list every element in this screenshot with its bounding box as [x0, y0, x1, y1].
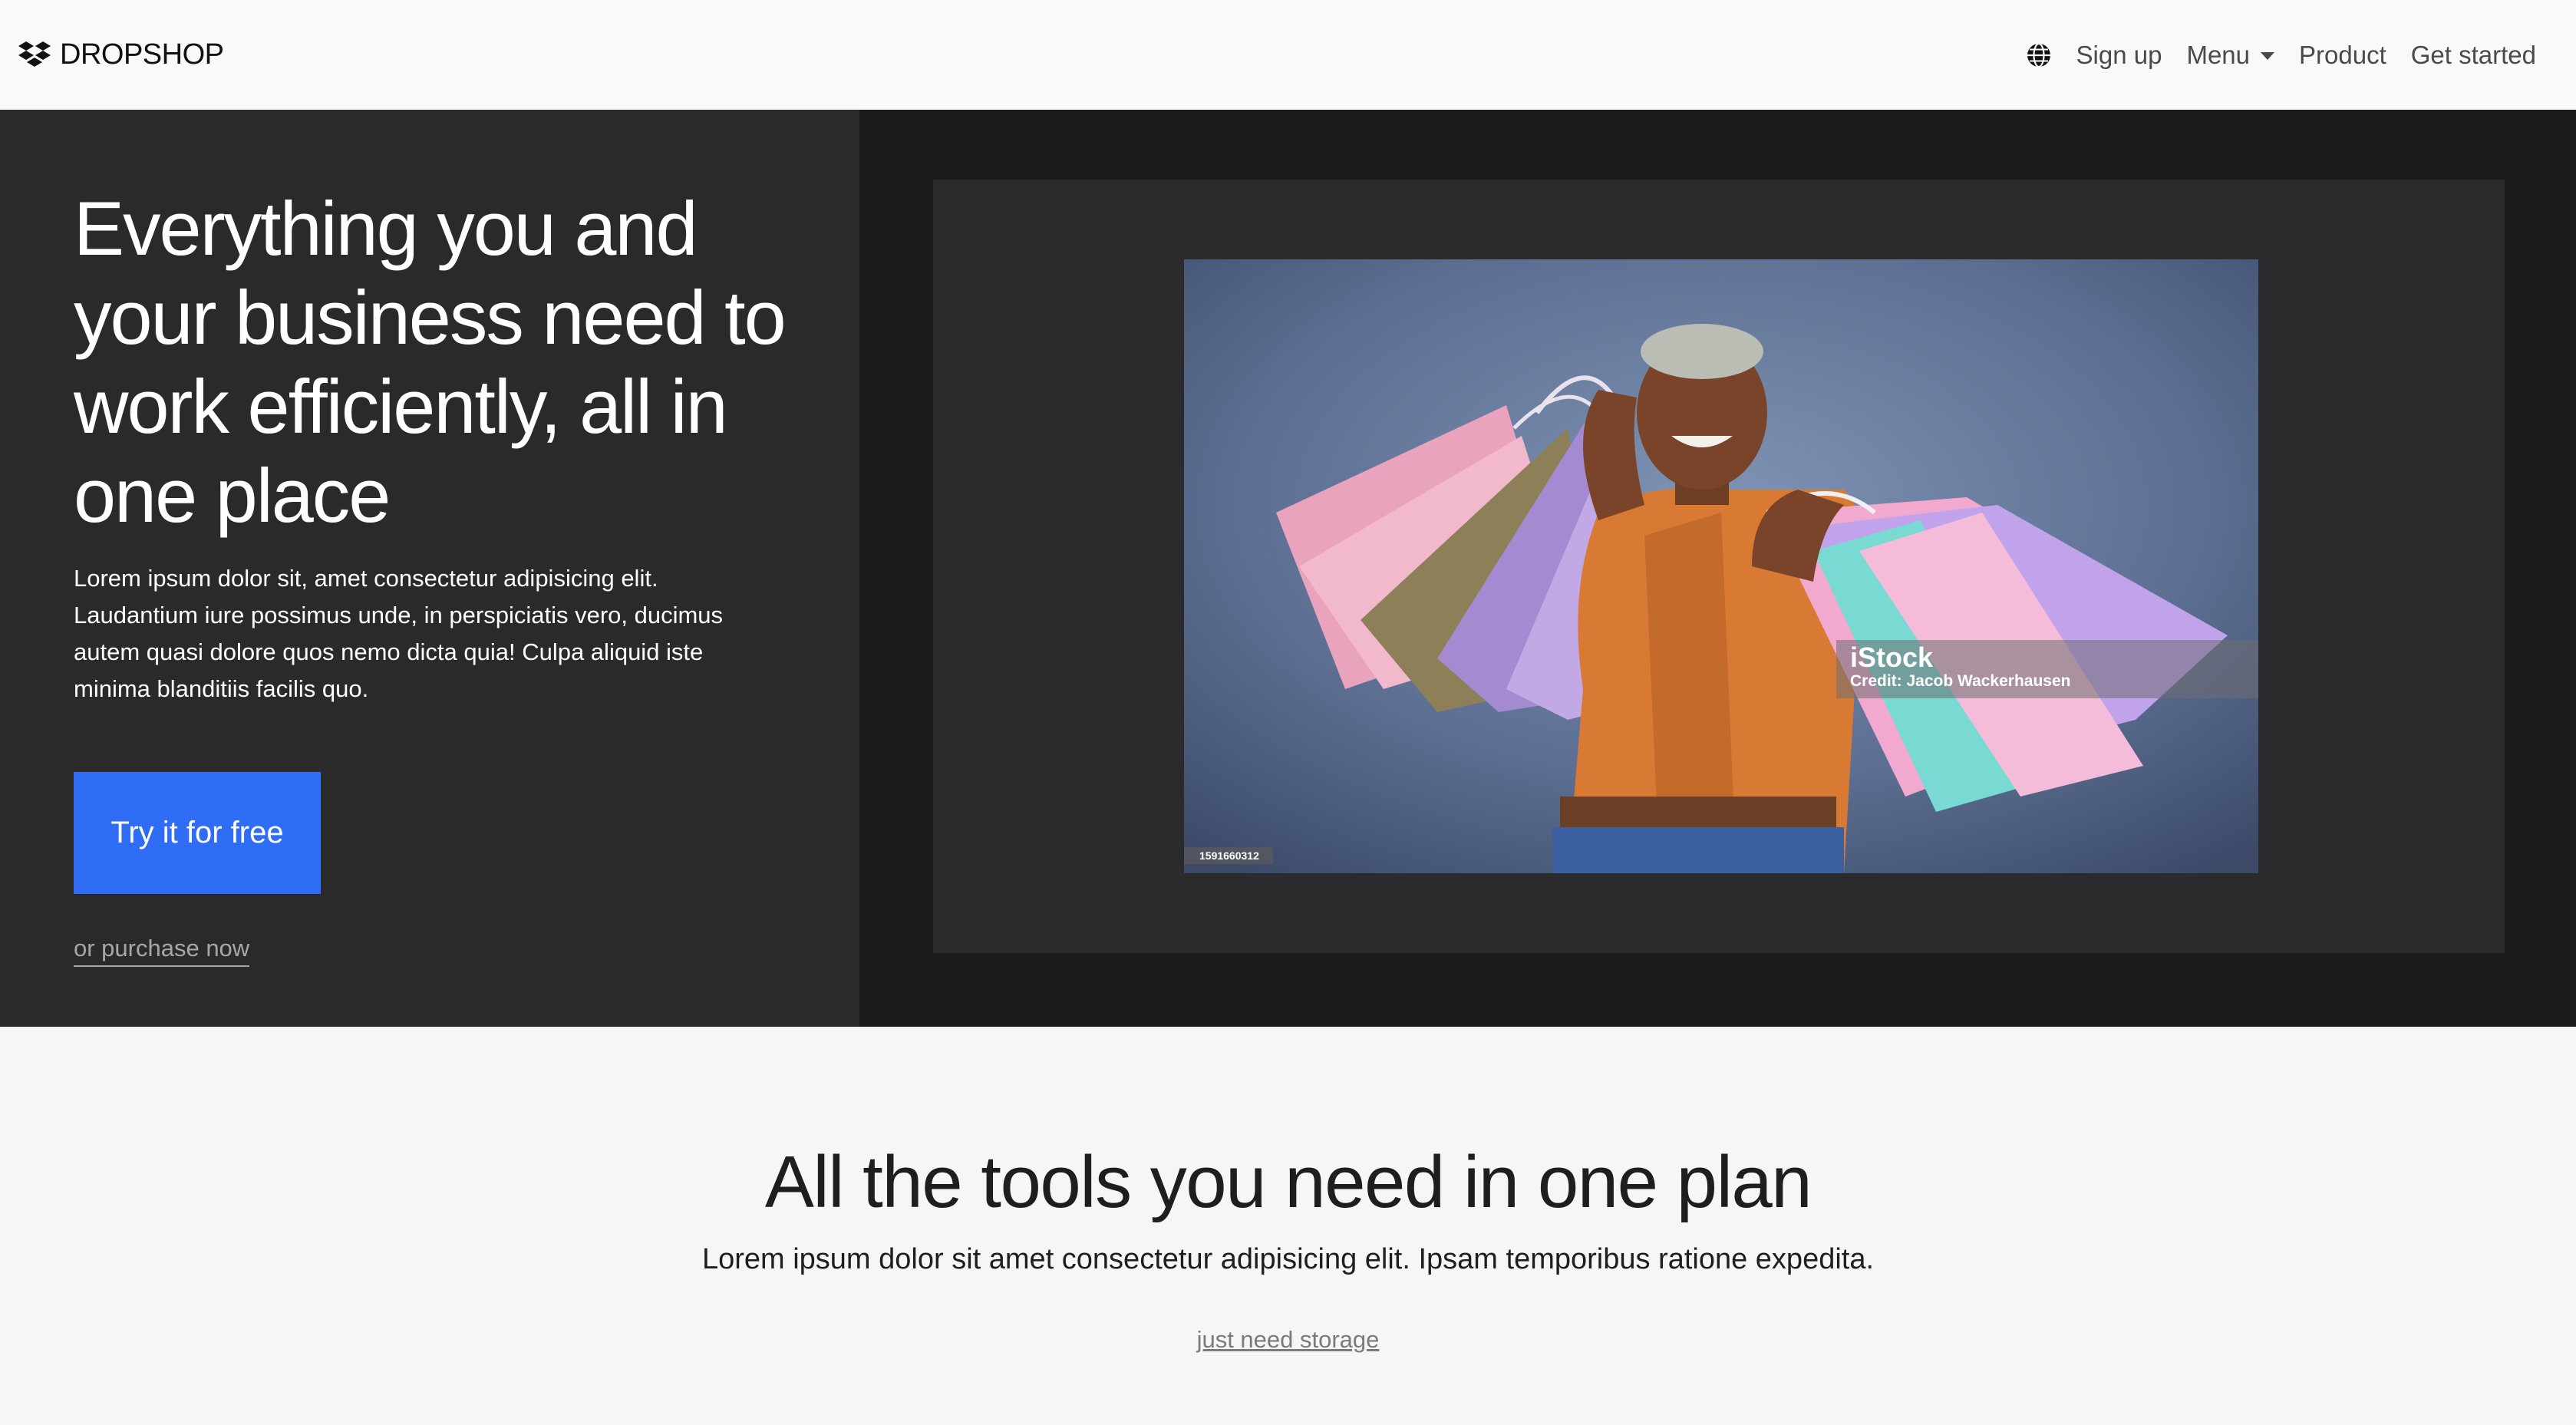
- media-frame: iStock Credit: Jacob Wackerhausen 159166…: [933, 180, 2505, 953]
- dropbox-logo-icon: [18, 41, 51, 67]
- just-need-storage-link[interactable]: just need storage: [1197, 1326, 1380, 1353]
- tools-title: All the tools you need in one plan: [764, 1141, 1812, 1223]
- hero-text-panel: Everything you and your business need to…: [0, 110, 859, 1027]
- hero-section: Everything you and your business need to…: [0, 110, 2576, 1027]
- caret-down-icon: [2261, 51, 2275, 60]
- try-free-button[interactable]: Try it for free: [74, 772, 321, 894]
- brand-name: DROPSHOP: [60, 38, 224, 71]
- storage-link-wrapper: just need storage: [0, 1326, 2576, 1354]
- top-navbar: DROPSHOP Sign up Menu Product Get starte…: [0, 0, 2576, 110]
- nav-menu-label: Menu: [2186, 40, 2251, 69]
- nav-signup-link[interactable]: Sign up: [2076, 41, 2162, 70]
- nav-links: Sign up Menu Product Get started: [2026, 41, 2536, 70]
- hero-photo: iStock Credit: Jacob Wackerhausen 159166…: [1184, 259, 2258, 873]
- hero-description: Lorem ipsum dolor sit, amet consectetur …: [74, 565, 724, 702]
- tools-section: All the tools you need in one plan Lorem…: [0, 1027, 2576, 1425]
- image-id-label: 1591660312: [1184, 847, 1273, 864]
- nav-menu-dropdown[interactable]: Menu: [2186, 40, 2275, 70]
- hero-title: Everything you and your business need to…: [74, 186, 787, 538]
- stock-watermark: iStock Credit: Jacob Wackerhausen: [1836, 640, 2258, 698]
- watermark-brand: iStock: [1850, 642, 1934, 673]
- nav-get-started-link[interactable]: Get started: [2411, 41, 2536, 70]
- shopping-woman-image: [1184, 259, 2258, 873]
- nav-product-link[interactable]: Product: [2299, 41, 2386, 70]
- watermark-credit: Credit: Jacob Wackerhausen: [1850, 672, 2071, 690]
- tools-subtitle: Lorem ipsum dolor sit amet consectetur a…: [701, 1243, 1875, 1275]
- globe-icon[interactable]: [2026, 42, 2052, 68]
- brand-link[interactable]: DROPSHOP: [18, 38, 224, 71]
- hero-media-panel: iStock Credit: Jacob Wackerhausen 159166…: [859, 110, 2576, 1027]
- purchase-now-link[interactable]: or purchase now: [74, 935, 250, 967]
